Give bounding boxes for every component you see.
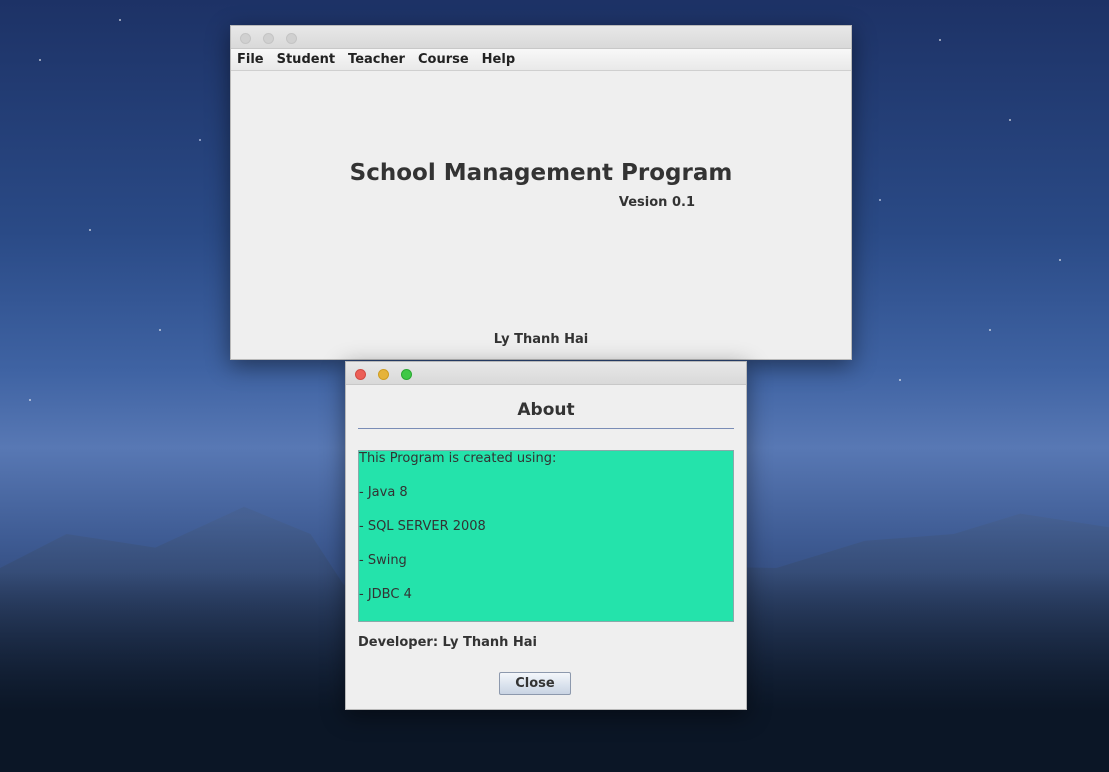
- menu-course[interactable]: Course: [418, 52, 469, 67]
- about-title: About: [517, 400, 575, 420]
- version-label: Vesion 0.1: [618, 195, 695, 210]
- main-window-titlebar[interactable]: [231, 26, 851, 49]
- menu-teacher[interactable]: Teacher: [348, 52, 405, 67]
- menu-file[interactable]: File: [237, 52, 264, 67]
- menu-student[interactable]: Student: [277, 52, 335, 67]
- main-window: File Student Teacher Course Help School …: [230, 25, 852, 360]
- technology-info-box[interactable]: This Program is created using: - Java 8 …: [358, 450, 734, 622]
- minimize-window-icon[interactable]: [263, 33, 274, 44]
- info-line: - SQL SERVER 2008: [359, 519, 486, 534]
- close-button[interactable]: Close: [499, 672, 571, 695]
- about-dialog: About This Program is created using: - J…: [345, 361, 747, 710]
- close-window-icon[interactable]: [355, 369, 366, 380]
- info-line: - Swing: [359, 553, 407, 568]
- developer-label: Developer: Ly Thanh Hai: [358, 635, 537, 650]
- info-line: - Java 8: [359, 485, 408, 500]
- title-divider: [358, 428, 734, 429]
- close-window-icon[interactable]: [240, 33, 251, 44]
- program-title: School Management Program: [349, 160, 733, 186]
- menu-bar: File Student Teacher Course Help: [231, 49, 851, 71]
- info-line: - JDBC 4: [359, 587, 412, 602]
- zoom-window-icon[interactable]: [286, 33, 297, 44]
- info-line: This Program is created using:: [359, 451, 557, 466]
- about-dialog-titlebar[interactable]: [346, 362, 746, 385]
- menu-help[interactable]: Help: [482, 52, 515, 67]
- author-label: Ly Thanh Hai: [493, 332, 589, 347]
- zoom-window-icon[interactable]: [401, 369, 412, 380]
- minimize-window-icon[interactable]: [378, 369, 389, 380]
